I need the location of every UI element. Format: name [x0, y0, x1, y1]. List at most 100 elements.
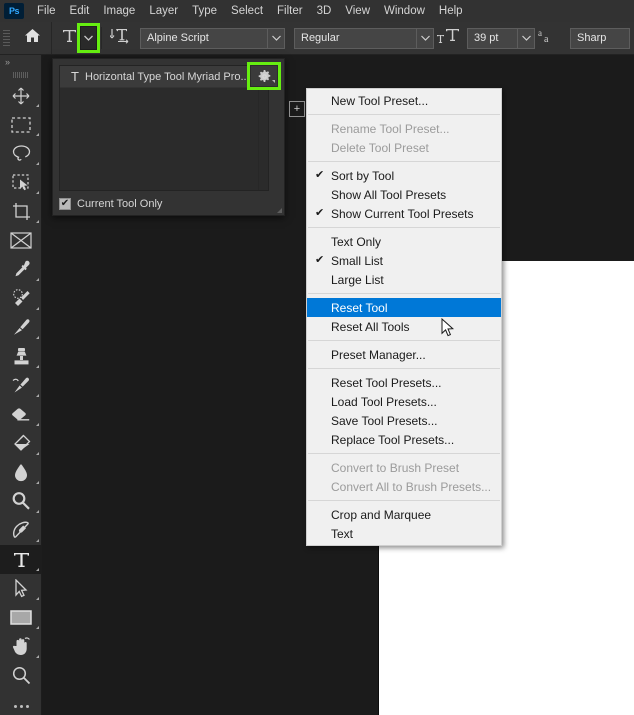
menu-item-text[interactable]: Text [307, 524, 501, 543]
options-bar-grip[interactable] [3, 27, 12, 49]
menu-image[interactable]: Image [96, 1, 142, 21]
options-separator-1 [101, 27, 102, 49]
toggle-text-orientation-button[interactable] [106, 27, 134, 49]
brush-tool[interactable] [0, 313, 42, 342]
home-button[interactable] [14, 22, 52, 54]
menu-bar: Ps File Edit Image Layer Type Select Fil… [0, 0, 634, 22]
eyedropper-tool[interactable] [0, 255, 42, 284]
horizontal-type-tool-icon [58, 28, 80, 49]
flyout-triangle-icon [36, 104, 39, 107]
clone-stamp-tool[interactable] [0, 342, 42, 371]
menu-item-small-list[interactable]: ✔ Small List [307, 251, 501, 270]
menu-item-preset-manager[interactable]: Preset Manager... [307, 345, 501, 364]
menu-file[interactable]: File [30, 1, 63, 21]
menu-layer[interactable]: Layer [142, 1, 185, 21]
menu-item-label: Show All Tool Presets [331, 187, 447, 202]
menu-select[interactable]: Select [224, 1, 270, 21]
toolbar-collapse-button[interactable]: » [0, 55, 41, 69]
menu-item-replace-tool-presets[interactable]: Replace Tool Presets... [307, 430, 501, 449]
menu-item-rename-tool-preset: Rename Tool Preset... [307, 119, 501, 138]
zoom-tool[interactable] [0, 661, 42, 690]
tool-preset-list[interactable]: T Horizontal Type Tool Myriad Pro... [59, 65, 269, 191]
menu-separator [308, 340, 500, 341]
menu-item-label: Replace Tool Presets... [331, 432, 455, 447]
chevron-down-icon[interactable] [267, 28, 284, 48]
current-tool-only-row[interactable]: ✔ Current Tool Only [59, 198, 162, 210]
crop-tool[interactable] [0, 197, 42, 226]
object-selection-tool[interactable] [0, 168, 42, 197]
menu-item-label: Large List [331, 272, 384, 287]
menu-help[interactable]: Help [432, 1, 470, 21]
menu-item-label: Load Tool Presets... [331, 394, 437, 409]
tool-preset-panel: T Horizontal Type Tool Myriad Pro... ✔ C… [52, 58, 285, 216]
menu-type[interactable]: Type [185, 1, 224, 21]
photoshop-window: Ps File Edit Image Layer Type Select Fil… [0, 0, 634, 715]
dodge-tool[interactable] [0, 487, 42, 516]
move-tool[interactable] [0, 81, 42, 110]
menu-item-sort-by-tool[interactable]: ✔ Sort by Tool [307, 166, 501, 185]
blur-tool[interactable] [0, 458, 42, 487]
lasso-tool[interactable] [0, 139, 42, 168]
spot-healing-brush-tool[interactable] [0, 284, 42, 313]
chevron-down-icon[interactable] [517, 28, 534, 48]
create-new-tool-preset-button[interactable]: + [289, 101, 305, 117]
list-item[interactable]: T Horizontal Type Tool Myriad Pro... [60, 66, 268, 88]
font-size-icon [436, 28, 460, 48]
rectangle-tool[interactable] [0, 603, 42, 632]
history-brush-tool[interactable] [0, 371, 42, 400]
menu-item-save-tool-presets[interactable]: Save Tool Presets... [307, 411, 501, 430]
svg-text:a: a [538, 28, 542, 38]
menu-item-show-all-tool-presets[interactable]: Show All Tool Presets [307, 185, 501, 204]
menu-item-label: Delete Tool Preset [331, 140, 429, 155]
flyout-triangle-icon [36, 394, 39, 397]
menu-item-large-list[interactable]: Large List [307, 270, 501, 289]
frame-tool[interactable] [0, 226, 42, 255]
toolbar-grip[interactable] [0, 69, 41, 81]
pen-tool[interactable] [0, 516, 42, 545]
flyout-triangle-icon [36, 220, 39, 223]
menu-item-show-current-tool-presets[interactable]: ✔ Show Current Tool Presets [307, 204, 501, 223]
menu-item-crop-and-marquee[interactable]: Crop and Marquee [307, 505, 501, 524]
eraser-tool[interactable] [0, 400, 42, 429]
menu-3d[interactable]: 3D [310, 1, 339, 21]
anti-aliasing-value: Sharp [577, 32, 607, 44]
menu-item-load-tool-presets[interactable]: Load Tool Presets... [307, 392, 501, 411]
menu-item-label: Reset All Tools [331, 319, 410, 334]
rectangular-marquee-tool[interactable] [0, 110, 42, 139]
menu-view[interactable]: View [338, 1, 377, 21]
current-tool-only-checkbox[interactable]: ✔ [59, 198, 71, 210]
path-selection-tool[interactable] [0, 574, 42, 603]
check-icon: ✔ [315, 254, 325, 266]
font-size-label [434, 28, 462, 49]
flyout-triangle-icon [36, 423, 39, 426]
check-icon: ✔ [315, 207, 325, 219]
menu-edit[interactable]: Edit [63, 1, 97, 21]
hand-tool[interactable] [0, 632, 42, 661]
horizontal-type-tool[interactable] [0, 545, 42, 574]
preset-picker-caret[interactable] [77, 23, 100, 53]
menu-item-label: Reset Tool Presets... [331, 375, 442, 390]
svg-text:a: a [544, 34, 549, 44]
menu-filter[interactable]: Filter [270, 1, 310, 21]
flyout-triangle-icon [36, 365, 39, 368]
chevron-down-icon[interactable] [416, 28, 433, 48]
menu-item-reset-all-tools[interactable]: Reset All Tools [307, 317, 501, 336]
menu-separator [308, 227, 500, 228]
preset-panel-gear-button[interactable] [247, 62, 281, 90]
menu-item-text-only[interactable]: Text Only [307, 232, 501, 251]
current-tool-preset-picker[interactable] [58, 23, 100, 53]
flyout-triangle-icon [36, 568, 39, 571]
gradient-tool[interactable] [0, 429, 42, 458]
anti-aliasing-icon: a a [538, 28, 560, 48]
anti-aliasing-select[interactable]: Sharp [570, 27, 630, 49]
menu-item-new-tool-preset[interactable]: New Tool Preset... [307, 91, 501, 110]
panel-resize-handle[interactable] [277, 208, 282, 213]
menu-item-reset-tool-presets[interactable]: Reset Tool Presets... [307, 373, 501, 392]
font-style-select[interactable]: Regular [294, 27, 434, 49]
font-family-select[interactable]: Alpine Script [140, 27, 285, 49]
menu-item-reset-tool[interactable]: Reset Tool [307, 298, 501, 317]
menu-item-convert-to-brush-preset: Convert to Brush Preset [307, 458, 501, 477]
menu-window[interactable]: Window [377, 1, 432, 21]
edit-toolbar-button[interactable] [0, 694, 42, 715]
font-size-select[interactable]: 39 pt [467, 27, 535, 49]
